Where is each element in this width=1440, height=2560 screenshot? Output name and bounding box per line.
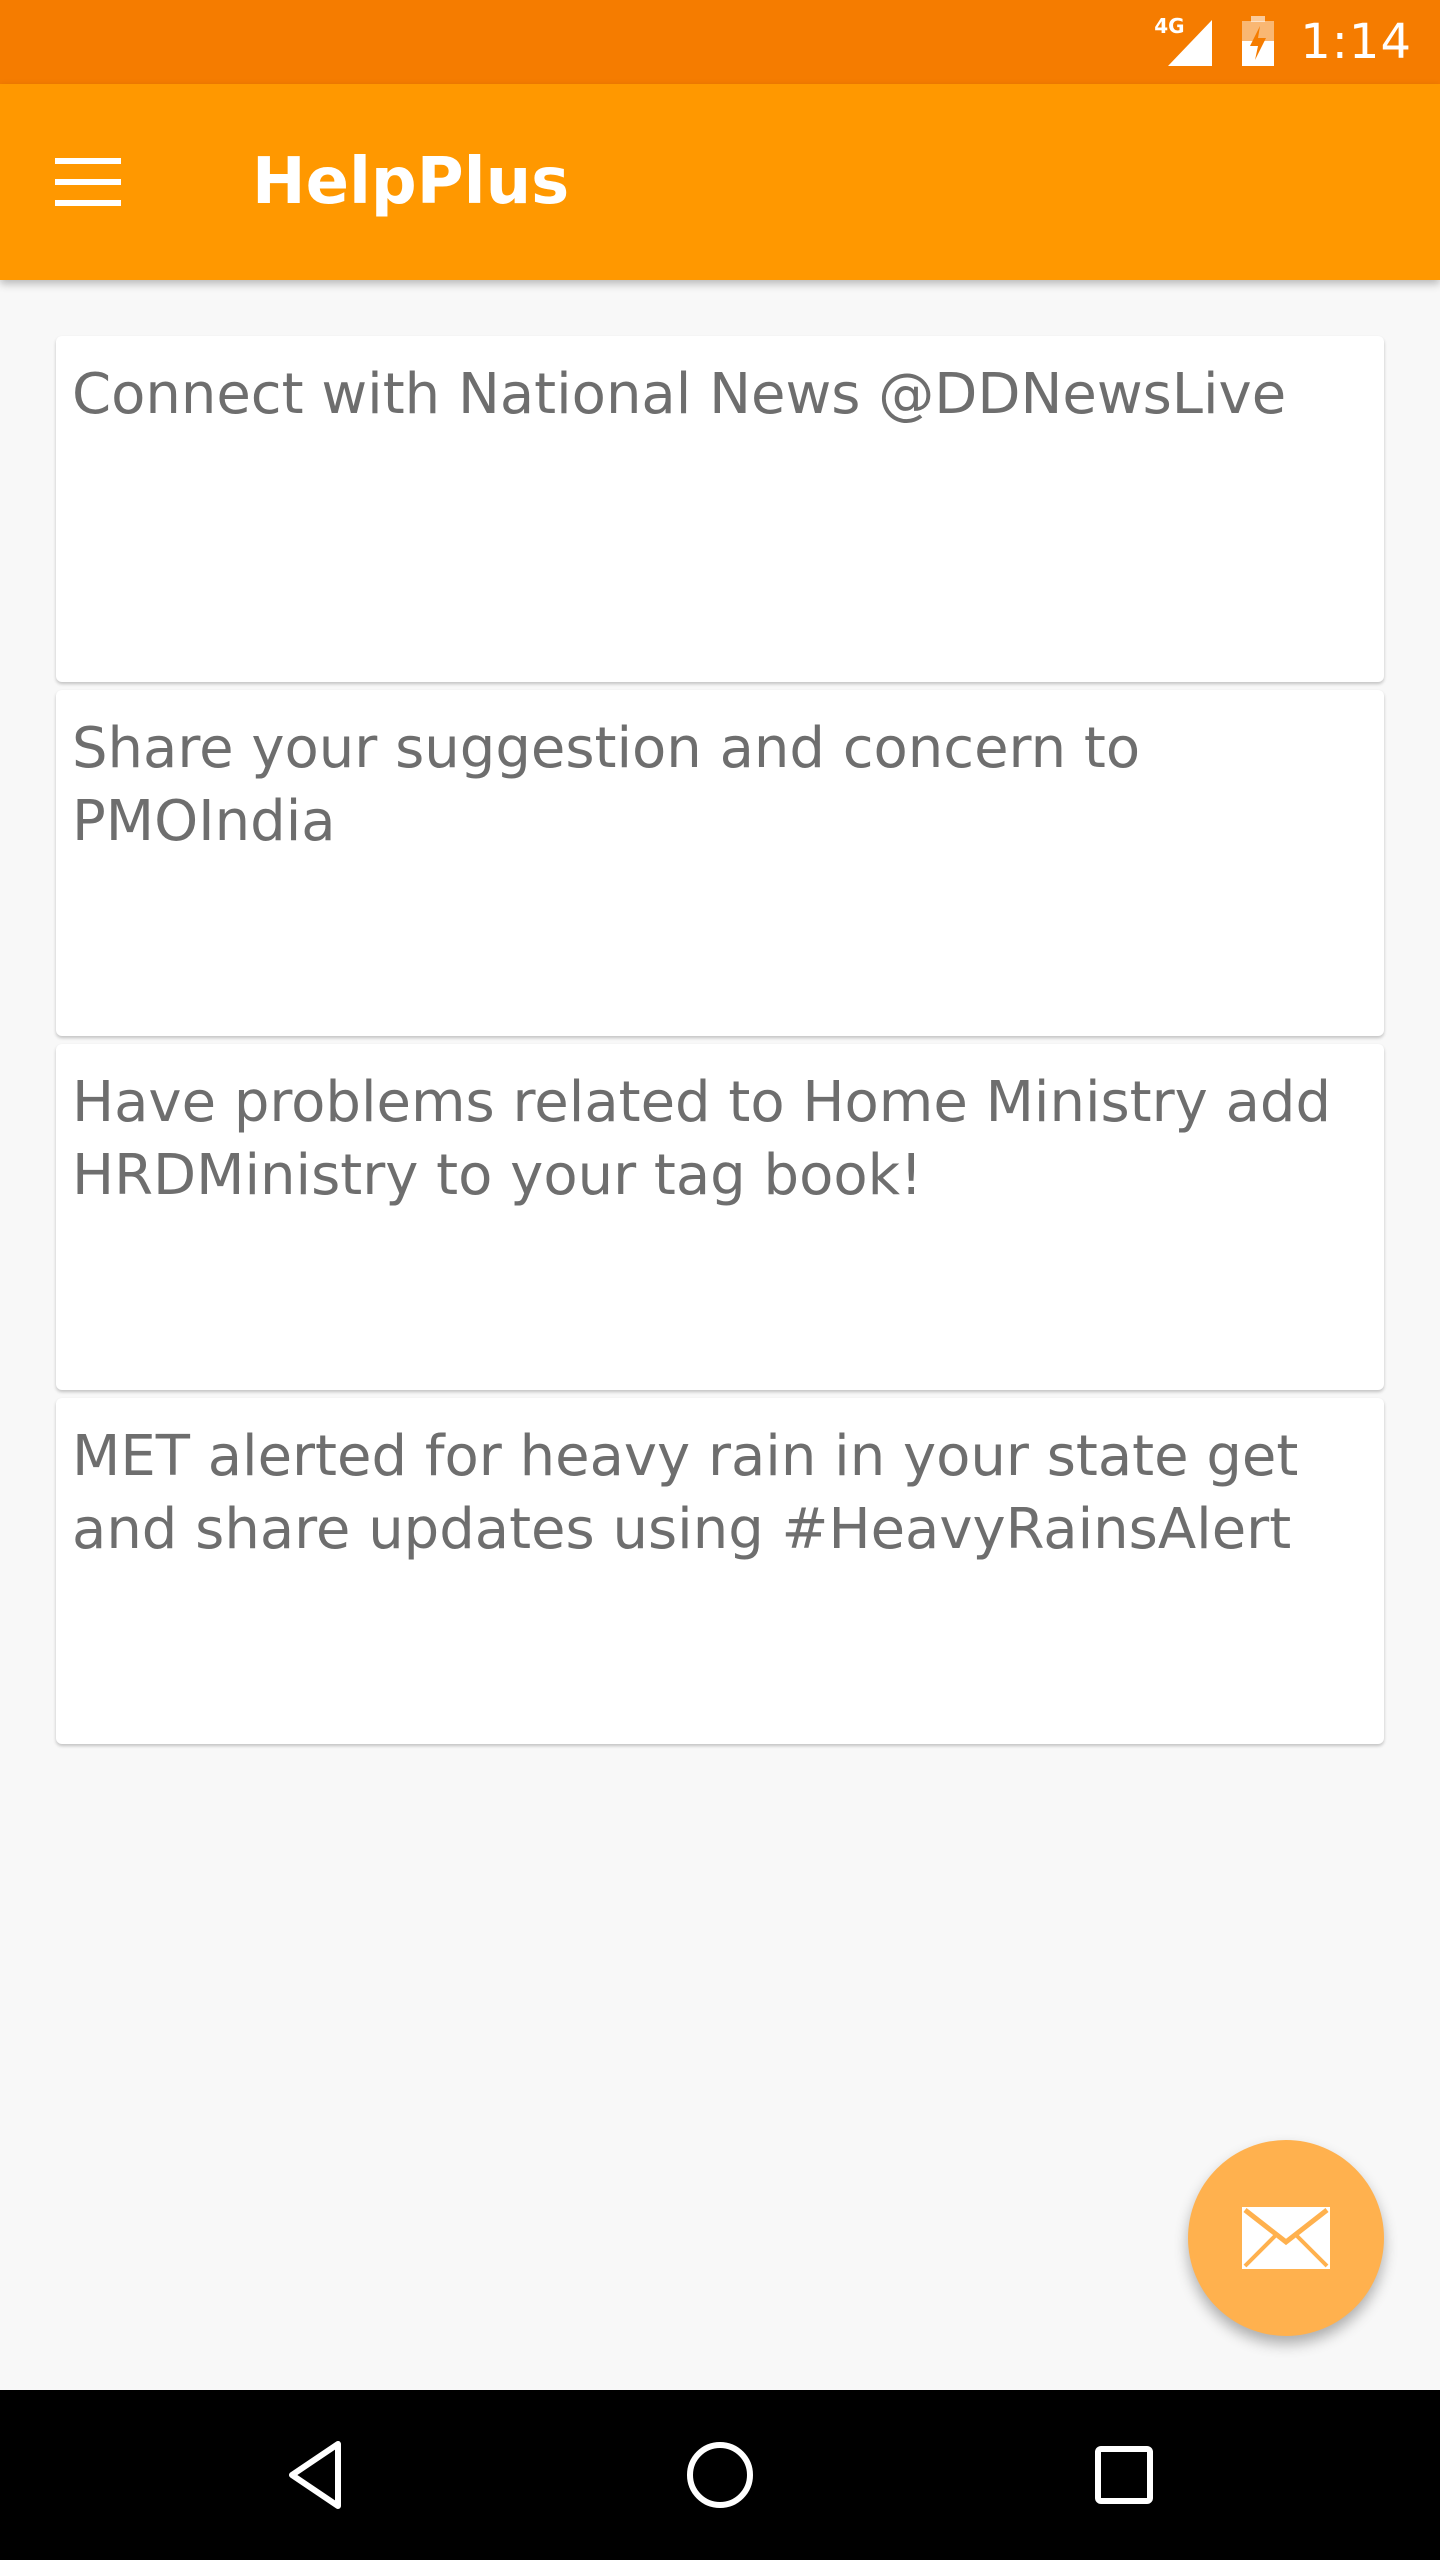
message-card-text: MET alerted for heavy rain in your state…	[72, 1424, 1299, 1562]
envelope-icon	[1242, 2207, 1330, 2269]
message-card-text: Connect with National News @DDNewsLive	[72, 362, 1287, 427]
cell-signal-icon: 4G	[1154, 0, 1216, 84]
status-bar: 4G 1:14	[0, 0, 1440, 84]
home-button[interactable]	[660, 2415, 780, 2535]
message-card-3[interactable]: Have problems related to Home Ministry a…	[56, 1044, 1384, 1390]
message-card-1[interactable]: Connect with National News @DDNewsLive	[56, 336, 1384, 682]
compose-fab-button[interactable]	[1188, 2140, 1384, 2336]
app-title: HelpPlus	[252, 145, 570, 219]
recents-button[interactable]	[1064, 2415, 1184, 2535]
home-circle-icon	[687, 2442, 753, 2508]
hamburger-menu-icon	[55, 158, 121, 206]
recents-square-icon	[1095, 2446, 1153, 2504]
message-card-text: Share your suggestion and concern to PMO…	[72, 716, 1141, 854]
hamburger-menu-button[interactable]	[40, 134, 136, 230]
message-card-4[interactable]: MET alerted for heavy rain in your state…	[56, 1398, 1384, 1744]
battery-charging-icon	[1238, 0, 1278, 84]
app-bar: HelpPlus	[0, 84, 1440, 280]
main-content: Connect with National News @DDNewsLive S…	[0, 280, 1440, 2390]
message-card-2[interactable]: Share your suggestion and concern to PMO…	[56, 690, 1384, 1036]
back-triangle-icon	[289, 2441, 341, 2509]
clock: 1:14	[1300, 14, 1412, 70]
system-nav-bar	[0, 2390, 1440, 2560]
message-card-text: Have problems related to Home Ministry a…	[72, 1070, 1332, 1208]
back-button[interactable]	[256, 2415, 376, 2535]
status-icons: 4G 1:14	[1154, 0, 1412, 84]
